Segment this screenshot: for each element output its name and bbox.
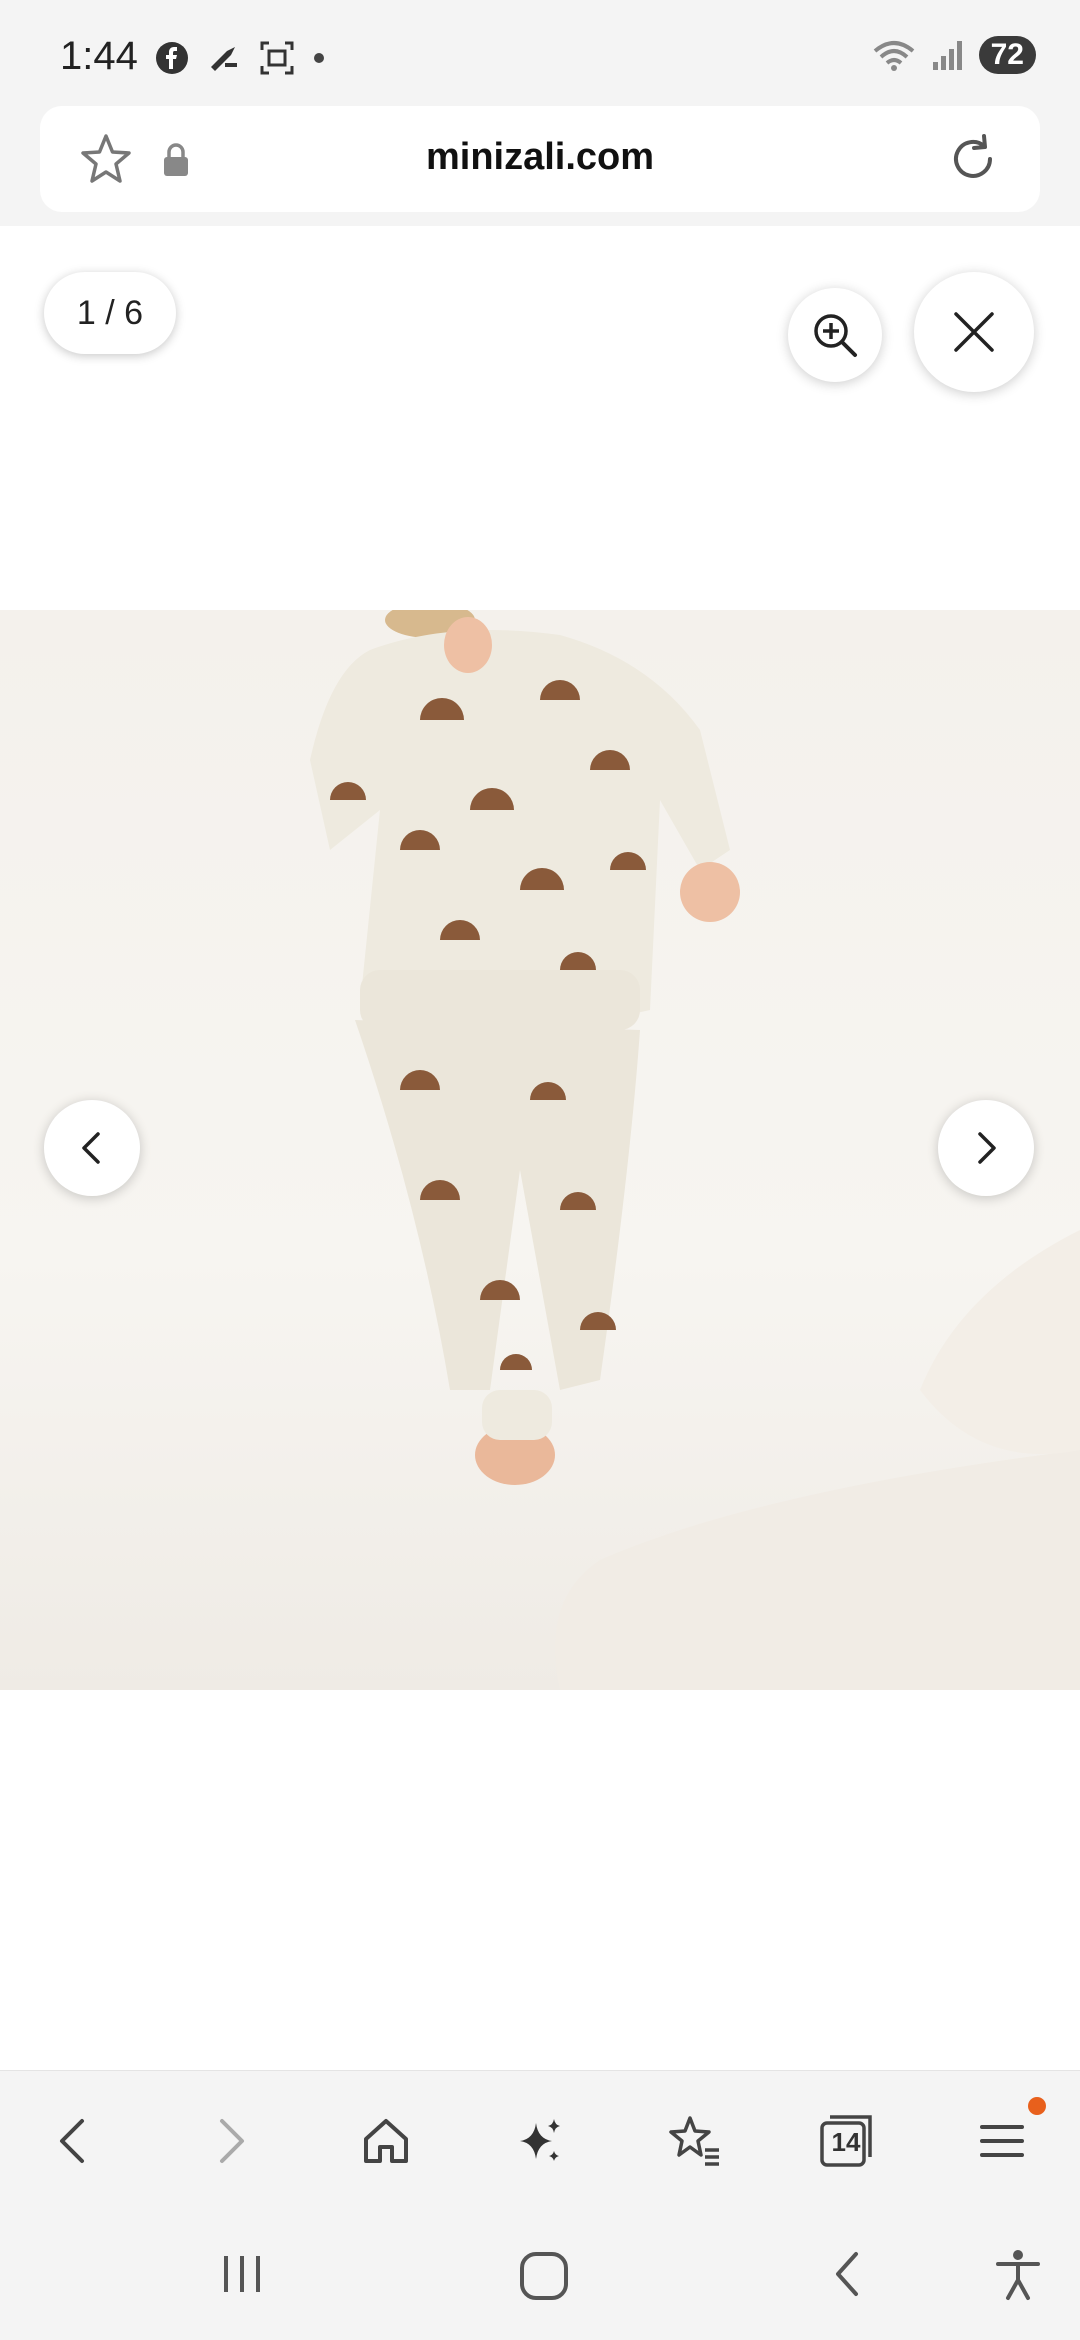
tool-icon	[211, 47, 237, 71]
chevron-right-icon	[978, 1132, 996, 1164]
accessibility-icon	[996, 2250, 1040, 2300]
recents-button[interactable]	[214, 2246, 270, 2307]
prev-image-button[interactable]	[44, 1100, 140, 1196]
menu-button[interactable]	[966, 2097, 1046, 2177]
close-icon	[954, 312, 994, 352]
zoom-in-icon	[814, 314, 857, 357]
tabs-button[interactable]: 14	[810, 2105, 882, 2177]
product-image	[310, 610, 1080, 1690]
status-icons-left	[155, 40, 325, 76]
forward-icon	[220, 2119, 244, 2163]
back-button[interactable]	[38, 2105, 110, 2177]
back-nav-button[interactable]	[820, 2246, 876, 2307]
forward-button[interactable]	[194, 2105, 266, 2177]
next-image-button[interactable]	[938, 1100, 1034, 1196]
status-time: 1:44	[60, 34, 138, 78]
ai-button[interactable]	[504, 2105, 576, 2177]
browser-toolbar: 14	[0, 2070, 1080, 2211]
menu-icon	[980, 2125, 1024, 2157]
dot-icon	[314, 53, 324, 63]
back-icon	[60, 2119, 84, 2163]
home-button[interactable]	[350, 2105, 422, 2177]
chevron-left-icon	[82, 1132, 100, 1164]
tabs-count: 14	[831, 2127, 861, 2157]
status-icons-right: 72	[871, 36, 1036, 74]
zoom-button[interactable]	[788, 288, 882, 382]
bookmarks-icon	[669, 2116, 719, 2166]
battery-indicator: 72	[978, 36, 1036, 74]
close-button[interactable]	[914, 272, 1034, 392]
home-circle-icon	[520, 2252, 568, 2300]
notification-dot	[1028, 2097, 1046, 2115]
url-text[interactable]: minizali.com	[40, 136, 1040, 179]
product-photo[interactable]	[0, 610, 1080, 1690]
home-icon	[364, 2119, 408, 2163]
home-nav-button[interactable]	[514, 2246, 574, 2311]
wifi-icon	[873, 41, 914, 71]
signal-icon	[932, 41, 962, 70]
recents-icon	[224, 2256, 260, 2292]
accessibility-button[interactable]	[990, 2246, 1046, 2307]
url-bar[interactable]: minizali.com	[40, 106, 1040, 212]
image-counter: 1 / 6	[44, 272, 176, 354]
status-bar: 1:44 72	[0, 0, 1080, 100]
screenshot-icon	[260, 41, 294, 75]
back-nav-icon	[836, 2252, 858, 2296]
bookmarks-button[interactable]	[658, 2105, 730, 2177]
system-nav-bar	[0, 2210, 1080, 2340]
facebook-icon	[156, 42, 188, 74]
sparkle-icon	[520, 2119, 560, 2161]
reload-icon[interactable]	[944, 130, 1002, 188]
